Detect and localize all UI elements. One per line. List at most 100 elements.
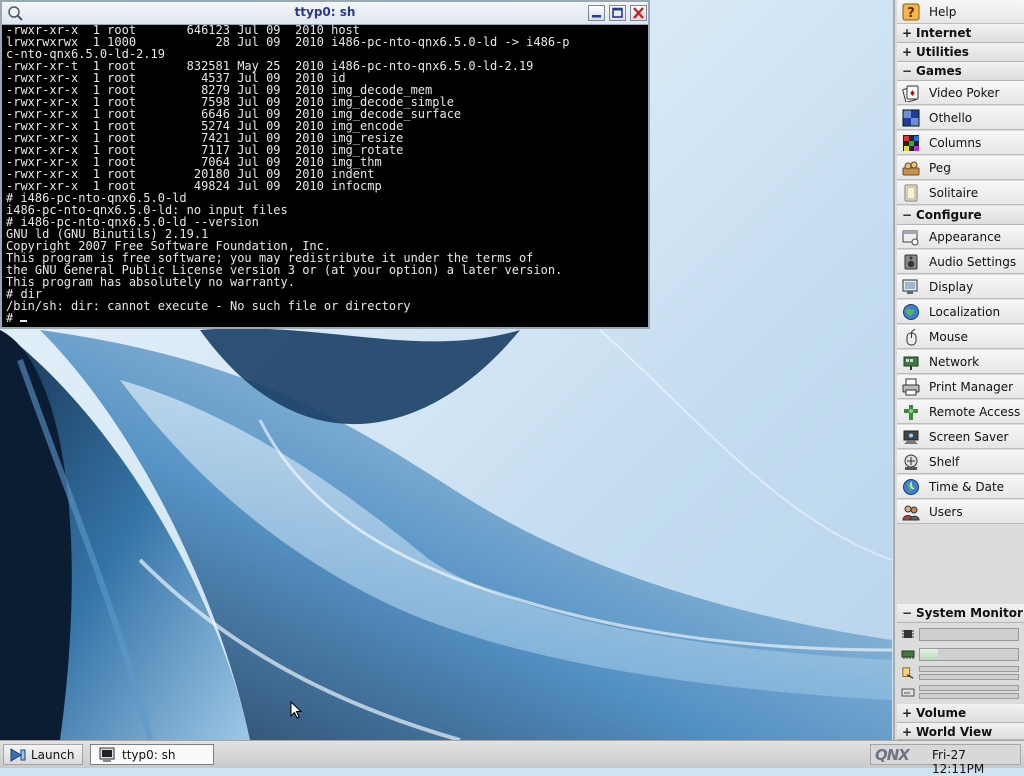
shelf-item-label: Network <box>929 355 980 369</box>
terminal-titlebar[interactable]: ttyp0: sh <box>2 2 648 25</box>
shelf-panel: ? Help + Internet + Utilities − Games ♦ … <box>893 0 1024 740</box>
terminal-prompt: # <box>6 311 21 325</box>
clock[interactable]: Fri-27 12:11PM <box>932 748 1020 776</box>
shelf-item-users[interactable]: Users <box>897 500 1024 524</box>
svg-text:♦: ♦ <box>909 89 916 98</box>
window-title: ttyp0: sh <box>294 5 356 19</box>
shelf-item-appearance[interactable]: Appearance <box>897 225 1024 249</box>
shelf-item-label: Mouse <box>929 330 968 344</box>
cpu-meter <box>919 628 1019 641</box>
shelf-group-label: Internet <box>916 26 972 40</box>
othello-board-icon <box>902 109 920 127</box>
launch-icon <box>10 748 26 762</box>
shelf-item-label: Audio Settings <box>929 255 1017 269</box>
shelf-item-localization[interactable]: Localization <box>897 300 1024 324</box>
disk-write-meter <box>919 693 1019 699</box>
disk-drive-icon <box>901 688 915 697</box>
launch-button[interactable]: Launch <box>3 744 83 765</box>
shelf-item-screen-saver[interactable]: Screen Saver <box>897 425 1024 449</box>
shelf-group-label: Volume <box>916 706 967 720</box>
svg-text:?: ? <box>907 6 915 21</box>
shelf-item-shelf[interactable]: Shelf <box>897 450 1024 474</box>
network-out-meter <box>919 674 1019 680</box>
network-in-meter <box>919 666 1019 672</box>
shelf-item-label: Appearance <box>929 230 1002 244</box>
shelf-group-utilities[interactable]: + Utilities <box>897 43 1024 62</box>
desktop[interactable]: ttyp0: sh -rwxr-xr-x 1 root 646123 Jul 0… <box>0 0 892 740</box>
close-button[interactable] <box>630 5 647 21</box>
collapse-icon: − <box>902 208 913 222</box>
playing-card-icon: ♦ <box>902 85 919 102</box>
shelf-item-label: Print Manager <box>929 380 1014 394</box>
taskbar-item-terminal[interactable]: ttyp0: sh <box>90 744 214 765</box>
launch-label: Launch <box>31 748 75 762</box>
help-icon: ? <box>902 3 920 21</box>
shelf-item-columns[interactable]: Columns <box>897 131 1024 155</box>
shelf-item-label: Remote Access <box>929 405 1021 419</box>
shelf-item-audio-settings[interactable]: Audio Settings <box>897 250 1024 274</box>
shelf-group-label: System Monitor <box>916 606 1023 620</box>
terminal-line: This program has absolutely no warranty. <box>6 275 295 289</box>
printer-icon <box>902 378 920 396</box>
cpu-chip-icon <box>902 630 914 638</box>
system-tray: QNX Fri-27 12:11PM <box>870 744 1021 776</box>
shelf-item-othello[interactable]: Othello <box>897 106 1024 130</box>
shelf-group-label: Games <box>916 64 962 78</box>
terminal-prompt-line[interactable]: # <box>6 312 646 324</box>
terminal-output[interactable]: -rwxr-xr-x 1 root 646123 Jul 09 2010 hos… <box>6 24 646 326</box>
shelf-group-label: Utilities <box>916 45 969 59</box>
shelf-item-help[interactable]: ? Help <box>897 0 1024 24</box>
memory-meter-fill <box>920 649 938 660</box>
shelf-item-peg[interactable]: Peg <box>897 156 1024 180</box>
shelf-group-world-view[interactable]: + World View <box>897 723 1024 740</box>
qnx-logo[interactable]: QNX <box>875 746 910 764</box>
expand-icon: + <box>902 725 913 739</box>
collapse-icon: − <box>902 64 913 78</box>
shelf-item-video-poker[interactable]: ♦ Video Poker <box>897 81 1024 105</box>
shelf-item-print-manager[interactable]: Print Manager <box>897 375 1024 399</box>
expand-icon: + <box>902 706 913 720</box>
shelf-item-mouse[interactable]: Mouse <box>897 325 1024 349</box>
minimize-icon <box>592 15 601 18</box>
shelf-item-label: Users <box>929 505 963 519</box>
terminal-window[interactable]: ttyp0: sh -rwxr-xr-x 1 root 646123 Jul 0… <box>0 0 650 329</box>
terminal-line: /bin/sh: dir: cannot execute - No such f… <box>6 299 411 313</box>
cpu-monitor <box>897 625 1024 644</box>
network-monitor <box>897 664 1024 683</box>
shelf-item-display[interactable]: Display <box>897 275 1024 299</box>
shelf-item-label: Solitaire <box>929 186 979 200</box>
maximize-button[interactable] <box>609 5 626 21</box>
mouse-pointer-icon <box>290 701 302 719</box>
shelf-item-solitaire[interactable]: Solitaire <box>897 181 1024 205</box>
shelf-group-volume[interactable]: + Volume <box>897 704 1024 723</box>
shelf-group-games[interactable]: − Games <box>897 62 1024 81</box>
appearance-icon <box>902 230 919 246</box>
clock-globe-icon <box>903 479 919 495</box>
shelf-item-remote-access[interactable]: Remote Access <box>897 400 1024 424</box>
shelf-item-label: Help <box>929 5 957 19</box>
screen-saver-icon <box>903 430 919 444</box>
shelf-item-label: Video Poker <box>929 86 1000 100</box>
shelf-group-label: Configure <box>916 208 982 222</box>
peg-game-icon <box>902 161 920 176</box>
shelf-item-label: Localization <box>929 305 1001 319</box>
remote-access-icon <box>904 405 918 420</box>
memory-icon <box>901 650 915 659</box>
shelf-item-label: Peg <box>929 161 951 175</box>
shelf-item-time-date[interactable]: Time & Date <box>897 475 1024 499</box>
disk-read-meter <box>919 685 1019 691</box>
terminal-icon <box>99 747 115 762</box>
mouse-icon <box>906 328 917 346</box>
shelf-item-label: Shelf <box>929 455 960 469</box>
shelf-item-network[interactable]: Network <box>897 350 1024 374</box>
shelf-group-system-monitor[interactable]: − System Monitor <box>897 604 1024 623</box>
shelf-item-label: Time & Date <box>929 480 1005 494</box>
collapse-icon: − <box>902 606 913 620</box>
solitaire-card-icon <box>904 184 918 202</box>
shelf-group-internet[interactable]: + Internet <box>897 24 1024 43</box>
expand-icon: + <box>902 45 913 59</box>
minimize-button[interactable] <box>588 5 605 21</box>
display-monitor-icon <box>902 279 918 294</box>
shelf-group-configure[interactable]: − Configure <box>897 206 1024 225</box>
network-icon <box>903 356 919 370</box>
